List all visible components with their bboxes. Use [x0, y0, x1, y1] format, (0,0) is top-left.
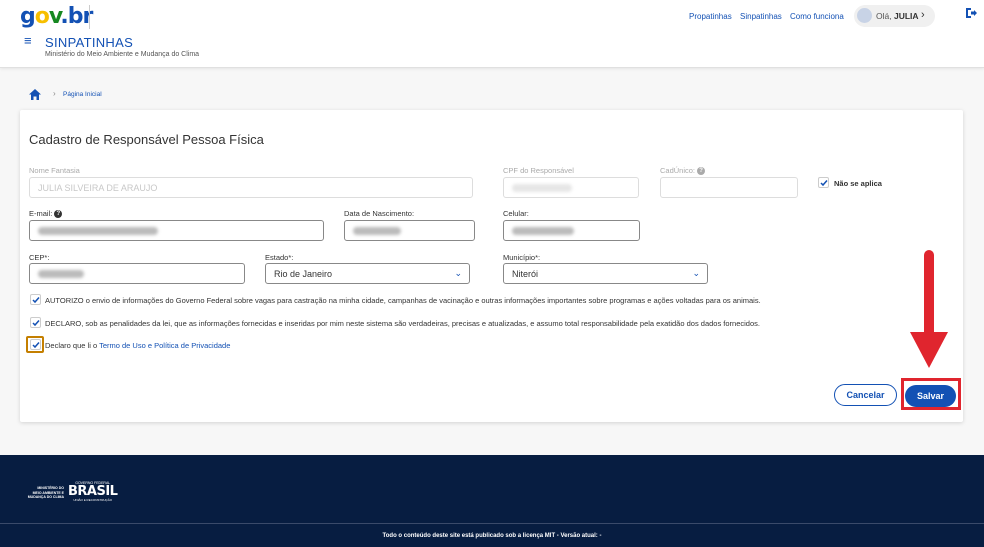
email-label: E-mail:?: [29, 209, 63, 219]
blurred-birthdate-value: [353, 227, 401, 235]
logout-icon[interactable]: [965, 7, 977, 19]
municipio-selected-value: Niterói: [512, 269, 539, 279]
user-menu-button[interactable]: Olá, JULIA ›: [854, 5, 935, 27]
celular-field[interactable]: [503, 220, 640, 241]
logo-divider: [89, 5, 90, 29]
cadunico-field: [660, 177, 798, 198]
nome-fantasia-label: Nome Fantasia: [29, 166, 80, 175]
header: gov.br ≡ SINPATINHAS Ministério do Meio …: [0, 0, 984, 68]
footer: MINISTÉRIO DO MEIO AMBIENTE E MUDANÇA DO…: [0, 455, 984, 547]
consent-termo-prefix: Declaro que li o: [45, 341, 98, 350]
estado-selected-value: Rio de Janeiro: [274, 269, 333, 279]
annotation-arrow-icon: [910, 250, 948, 368]
nome-fantasia-field: JULIA SILVEIRA DE ARAUJO: [29, 177, 473, 198]
blurred-email-value: [38, 227, 158, 235]
help-icon[interactable]: ?: [54, 210, 63, 219]
footer-divider: [0, 523, 984, 524]
gov-sub-text: UNIÃO E RECONSTRUÇÃO: [73, 498, 113, 502]
breadcrumb-home-link[interactable]: Página Inicial: [63, 91, 102, 98]
user-greeting: Olá, JULIA: [876, 11, 919, 21]
ministry-logo: MINISTÉRIO DO MEIO AMBIENTE E MUDANÇA DO…: [20, 486, 64, 500]
system-subtitle: Ministério do Meio Ambiente e Mudança do…: [45, 51, 200, 58]
govbr-logo[interactable]: gov.br: [20, 4, 93, 29]
cep-field[interactable]: [29, 263, 245, 284]
save-button[interactable]: Salvar: [905, 385, 956, 407]
governo-federal-logo: GOVERNO FEDERAL BRASIL UNIÃO E RECONSTRU…: [68, 481, 118, 502]
cpf-label: CPF do Responsável: [503, 166, 574, 175]
estado-label: Estado*:: [265, 253, 294, 262]
logo-letter-o: o: [34, 4, 50, 29]
page-title: Cadastro de Responsável Pessoa Física: [29, 132, 264, 147]
home-icon[interactable]: [29, 89, 41, 100]
cep-label: CEP*:: [29, 253, 50, 262]
consent-autorizo-label: AUTORIZO o envio de informações do Gover…: [45, 296, 761, 305]
consent-declaro-label: DECLARO, sob as penalidades da lei, que …: [45, 319, 760, 328]
gov-big-text: BRASIL: [68, 484, 118, 499]
blurred-cep-value: [38, 270, 84, 278]
consent-termo-checkbox[interactable]: [30, 339, 41, 350]
municipio-label: Município*:: [503, 253, 541, 262]
breadcrumb-separator-icon: ›: [53, 89, 56, 98]
blurred-cpf-value: [512, 184, 572, 192]
license-text: Todo o conteúdo deste site está publicad…: [382, 533, 602, 539]
blurred-phone-value: [512, 227, 574, 235]
logo-letter-v: v: [48, 4, 62, 29]
nav-link-sinpatinhas[interactable]: Sinpatinhas: [740, 12, 782, 21]
registration-form-card: Cadastro de Responsável Pessoa Física No…: [20, 110, 963, 422]
logo-letter-g: g: [20, 4, 36, 29]
chevron-right-icon: ›: [921, 9, 925, 21]
email-label-text: E-mail:: [29, 209, 53, 218]
nav-link-propatinhas[interactable]: Propatinhas: [689, 12, 732, 21]
greeting-text: Olá,: [876, 11, 892, 21]
help-icon[interactable]: ?: [697, 167, 706, 176]
logo-dot: .: [60, 4, 68, 29]
avatar: [857, 8, 872, 23]
checkmark-icon: [820, 180, 828, 187]
chevron-down-icon: ⌄: [692, 268, 700, 278]
chevron-down-icon: ⌄: [454, 268, 462, 278]
user-name: JULIA: [893, 11, 919, 21]
consent-declaro-checkbox[interactable]: [30, 317, 41, 328]
nome-fantasia-value: JULIA SILVEIRA DE ARAUJO: [38, 183, 158, 193]
data-nascimento-field[interactable]: [344, 220, 475, 241]
checkmark-icon: [32, 320, 40, 327]
municipio-select[interactable]: Niterói ⌄: [503, 263, 708, 284]
celular-label: Celular:: [503, 209, 529, 218]
consent-termo-label: Declaro que li o Termo de Uso e Política…: [45, 341, 230, 350]
checkmark-icon: [32, 342, 40, 349]
termo-de-uso-link[interactable]: Termo de Uso e Política de Privacidade: [99, 341, 230, 350]
system-title: SINPATINHAS: [45, 35, 134, 50]
cadunico-label-text: CadÚnico:: [660, 166, 696, 175]
nao-se-aplica-label: Não se aplica: [834, 179, 882, 188]
cadunico-label: CadÚnico:?: [660, 166, 706, 176]
ministry-line: MUDANÇA DO CLIMA: [27, 495, 64, 499]
consent-autorizo-checkbox[interactable]: [30, 294, 41, 305]
nao-se-aplica-checkbox[interactable]: [818, 177, 829, 188]
email-field[interactable]: [29, 220, 324, 241]
data-nascimento-label: Data de Nascimento:: [344, 209, 415, 218]
estado-select[interactable]: Rio de Janeiro ⌄: [265, 263, 470, 284]
cancel-button[interactable]: Cancelar: [834, 384, 897, 406]
hamburger-menu-icon[interactable]: ≡: [24, 33, 32, 48]
nav-link-como-funciona[interactable]: Como funciona: [790, 12, 844, 21]
cpf-field: [503, 177, 639, 198]
checkmark-icon: [32, 297, 40, 304]
